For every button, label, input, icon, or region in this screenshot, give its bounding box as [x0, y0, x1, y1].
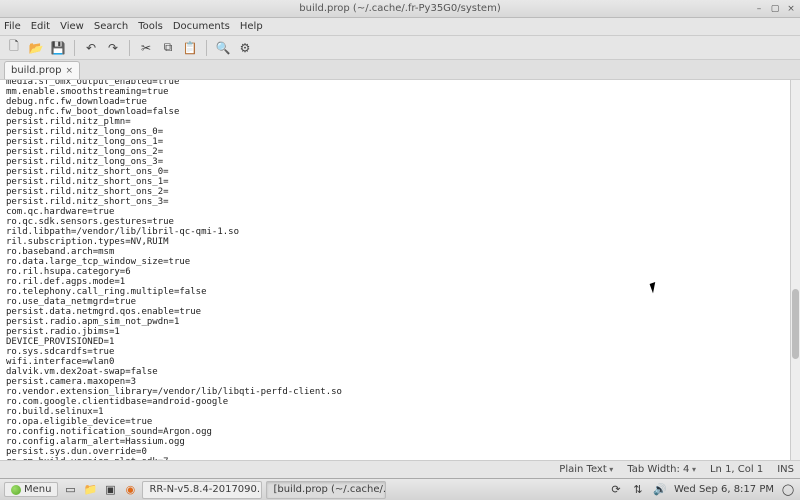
show-desktop-icon[interactable]: ▭	[62, 482, 78, 498]
menu-tools[interactable]: Tools	[138, 21, 163, 32]
desktop-taskbar: Menu ▭ 📁 ▣ ◉ RR-N-v5.8.4-2017090... [bui…	[0, 478, 800, 500]
file-manager-icon[interactable]: 📁	[82, 482, 98, 498]
tab-buildprop[interactable]: build.prop ×	[4, 61, 80, 79]
toolbar-separator	[74, 40, 75, 56]
window-title: build.prop (~/.cache/.fr-Py35G0/system)	[299, 3, 500, 14]
mint-logo-icon	[11, 485, 21, 495]
task-label: RR-N-v5.8.4-2017090...	[149, 484, 262, 495]
menu-search[interactable]: Search	[94, 21, 128, 32]
menu-help[interactable]: Help	[240, 21, 263, 32]
window-maximize-button[interactable]: ▢	[770, 4, 780, 14]
tab-label: build.prop	[11, 65, 61, 76]
task-label: [build.prop (~/.cache/.f...	[273, 484, 386, 495]
tabwidth-selector[interactable]: 4	[683, 464, 696, 475]
undo-icon[interactable]: ↶	[81, 38, 101, 58]
window-close-button[interactable]: ×	[786, 4, 796, 14]
redo-icon[interactable]: ↷	[103, 38, 123, 58]
scrollbar-thumb[interactable]	[792, 289, 799, 359]
open-file-icon[interactable]: 📂	[26, 38, 46, 58]
terminal-icon[interactable]: ▣	[102, 482, 118, 498]
menu-edit[interactable]: Edit	[31, 21, 50, 32]
menubar: File Edit View Search Tools Documents He…	[0, 18, 800, 36]
tray-updates-icon[interactable]: ⟳	[608, 482, 624, 498]
new-file-icon[interactable]: 🗋	[4, 38, 24, 58]
start-menu-button[interactable]: Menu	[4, 482, 58, 497]
toolbar-separator	[206, 40, 207, 56]
taskbar-task[interactable]: [build.prop (~/.cache/.f...	[266, 481, 386, 499]
window-titlebar: build.prop (~/.cache/.fr-Py35G0/system) …	[0, 0, 800, 18]
menu-file[interactable]: File	[4, 21, 21, 32]
toolbar: 🗋 📂 💾 ↶ ↷ ✂ ⧉ 📋 🔍 ⚙	[0, 36, 800, 60]
tabwidth-label: Tab Width: 4	[627, 464, 696, 475]
menu-view[interactable]: View	[60, 21, 84, 32]
window-minimize-button[interactable]: –	[754, 4, 764, 14]
tray-volume-icon[interactable]: 🔊	[652, 482, 668, 498]
find-icon[interactable]: 🔍	[213, 38, 233, 58]
paste-icon[interactable]: 📋	[180, 38, 200, 58]
cut-icon[interactable]: ✂	[136, 38, 156, 58]
tray-session-icon[interactable]: ◯	[780, 482, 796, 498]
menu-documents[interactable]: Documents	[173, 21, 230, 32]
start-menu-label: Menu	[24, 484, 51, 495]
tab-close-icon[interactable]: ×	[65, 66, 73, 76]
tabstrip: build.prop ×	[0, 60, 800, 80]
find-replace-icon[interactable]: ⚙	[235, 38, 255, 58]
editor-content[interactable]: media.sf_omx_output_enabled=true mm.enab…	[0, 80, 790, 460]
statusbar: Plain Text Tab Width: 4 Ln 1, Col 1 INS	[0, 460, 800, 478]
editor-area[interactable]: media.sf_omx_output_enabled=true mm.enab…	[0, 80, 800, 460]
system-tray: ⟳ ⇅ 🔊 Wed Sep 6, 8:17 PM ◯	[608, 482, 796, 498]
insert-mode-indicator[interactable]: INS	[777, 464, 794, 475]
firefox-icon[interactable]: ◉	[122, 482, 138, 498]
save-file-icon[interactable]: 💾	[48, 38, 68, 58]
toolbar-separator	[129, 40, 130, 56]
cursor-position: Ln 1, Col 1	[710, 464, 763, 475]
tray-network-icon[interactable]: ⇅	[630, 482, 646, 498]
tray-clock[interactable]: Wed Sep 6, 8:17 PM	[674, 484, 774, 495]
taskbar-task[interactable]: RR-N-v5.8.4-2017090...	[142, 481, 262, 499]
vertical-scrollbar[interactable]	[790, 80, 800, 460]
syntax-mode-selector[interactable]: Plain Text	[559, 464, 613, 475]
copy-icon[interactable]: ⧉	[158, 38, 178, 58]
